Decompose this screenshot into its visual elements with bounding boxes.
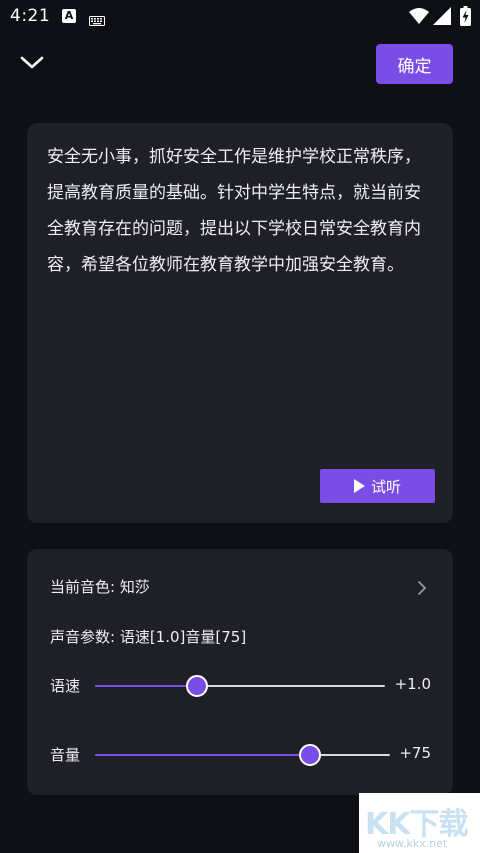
chevron-right-icon (418, 581, 426, 595)
keyboard-icon (89, 11, 105, 30)
voice-settings-card: 当前音色: 知莎 声音参数: 语速[1.0]音量[75] 语速 +1.0 音量 … (27, 549, 453, 795)
speed-label: 语速 (50, 677, 81, 695)
volume-value: +75 (399, 744, 431, 762)
volume-slider-thumb[interactable] (299, 744, 322, 766)
speed-slider-fill (95, 685, 197, 687)
back-button[interactable] (16, 49, 48, 77)
voice-params-text: 声音参数: 语速[1.0]音量[75] (50, 628, 247, 646)
wifi-icon (409, 7, 429, 29)
status-bar: 4:21 A (0, 0, 480, 34)
text-card: 安全无小事，抓好安全工作是维护学校正常秩序，提高教育质量的基础。针对中学生特点，… (27, 123, 453, 523)
current-voice-label: 当前音色: 知莎 (50, 578, 150, 596)
volume-slider[interactable] (95, 744, 390, 766)
volume-label: 音量 (50, 746, 81, 764)
battery-charging-icon (460, 6, 471, 30)
chevron-down-icon (20, 56, 44, 69)
volume-slider-fill (95, 754, 311, 756)
signal-icon (433, 7, 451, 29)
watermark: KK下载 www.kkx.net (359, 793, 480, 853)
speed-value: +1.0 (394, 675, 431, 693)
voice-selector-row[interactable]: 当前音色: 知莎 (27, 567, 453, 607)
a-notification-icon: A (62, 9, 76, 23)
speed-slider-thumb[interactable] (185, 675, 208, 697)
watermark-url: www.kkx.net (377, 837, 448, 850)
voice-settings-screen: 4:21 A 确定 安全无小事，抓好安全工作是维护学校正常秩序，提高教育质量的基… (0, 0, 480, 853)
volume-slider-row: 音量 +75 (27, 740, 453, 770)
play-icon (353, 479, 365, 493)
status-time: 4:21 (10, 6, 51, 26)
speed-slider[interactable] (95, 675, 385, 697)
confirm-button[interactable]: 确定 (376, 44, 453, 84)
tts-text-content[interactable]: 安全无小事，抓好安全工作是维护学校正常秩序，提高教育质量的基础。针对中学生特点，… (47, 139, 427, 283)
preview-play-button[interactable]: 试听 (320, 469, 435, 503)
speed-slider-row: 语速 +1.0 (27, 671, 453, 701)
preview-play-label: 试听 (370, 477, 401, 496)
